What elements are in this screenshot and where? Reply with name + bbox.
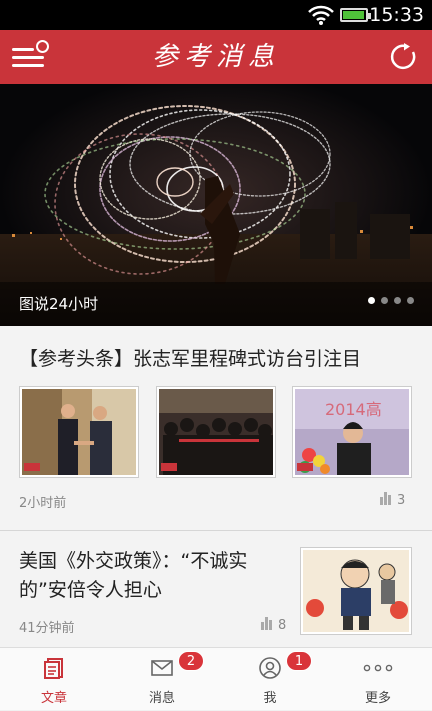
menu-line-icon	[12, 48, 34, 51]
tab-label: 我	[263, 691, 277, 706]
carousel-dot[interactable]	[394, 297, 401, 304]
menu-line-icon	[12, 56, 44, 59]
article-thumbnail	[19, 386, 139, 478]
article-thumbnail: 2014高	[292, 386, 412, 478]
carousel-dot[interactable]	[407, 297, 414, 304]
user-icon	[259, 657, 281, 679]
svg-text:2014高: 2014高	[325, 400, 382, 419]
refresh-icon[interactable]	[390, 43, 418, 71]
article-thumbnail	[156, 386, 276, 478]
tab-messages[interactable]: 2 消息	[108, 648, 216, 711]
status-bar: 15:33	[0, 0, 432, 30]
article-time: 41分钟前	[19, 621, 75, 636]
article-title: 美国《外交政策》：“不诚实的”安倍令人担心	[19, 550, 248, 601]
article-card[interactable]: 美国《外交政策》：“不诚实的”安倍令人担心 41分钟前 8	[0, 531, 432, 647]
status-time: 15:33	[369, 4, 424, 26]
article-title: 【参考头条】张志军里程碑式访台引注目	[19, 348, 362, 370]
cartoon-photo	[303, 550, 409, 632]
wifi-icon	[308, 5, 334, 25]
battery-fill	[343, 11, 364, 19]
tab-label: 更多	[364, 691, 391, 706]
menu-settings-button[interactable]	[12, 40, 52, 72]
tab-me[interactable]: 1 我	[216, 648, 324, 711]
view-count: 3	[380, 492, 405, 508]
carousel-dot[interactable]	[381, 297, 388, 304]
app-logo: 参考消息	[151, 42, 280, 72]
bar-chart-icon	[261, 617, 275, 630]
tab-more[interactable]: 更多	[324, 648, 432, 711]
hero-banner[interactable]: 图说24小时	[0, 84, 432, 326]
article-thumbnail	[300, 547, 412, 635]
carousel-indicator	[362, 289, 414, 308]
bar-chart-icon	[380, 492, 394, 505]
view-count-value: 8	[278, 618, 287, 633]
more-dots-icon	[363, 664, 393, 672]
battery-icon	[340, 8, 371, 22]
article-time: 2小时前	[19, 496, 67, 511]
envelope-icon	[151, 660, 173, 676]
unread-badge: 2	[178, 651, 204, 671]
view-count-value: 3	[397, 493, 406, 508]
carousel-dot[interactable]	[368, 297, 375, 304]
unread-badge: 1	[286, 651, 312, 671]
settings-dot-icon	[36, 40, 49, 53]
tab-articles[interactable]: 文章	[0, 648, 108, 711]
hero-caption: 图说24小时	[19, 295, 99, 313]
article-card[interactable]: 【参考头条】张志军里程碑式访台引注目 2014高 2小时前 3	[0, 326, 432, 530]
speaker-photo: 2014高	[295, 389, 409, 475]
bottom-tab-bar: 文章 2 消息 1 我 更多	[0, 647, 432, 710]
tab-label: 消息	[148, 691, 175, 706]
view-count: 8	[261, 617, 286, 633]
app-header: 参考消息	[0, 30, 432, 84]
press-crowd-photo	[159, 389, 273, 475]
handshake-photo	[22, 389, 136, 475]
tab-label: 文章	[40, 691, 67, 706]
document-icon	[44, 658, 63, 679]
menu-line-icon	[12, 64, 44, 67]
